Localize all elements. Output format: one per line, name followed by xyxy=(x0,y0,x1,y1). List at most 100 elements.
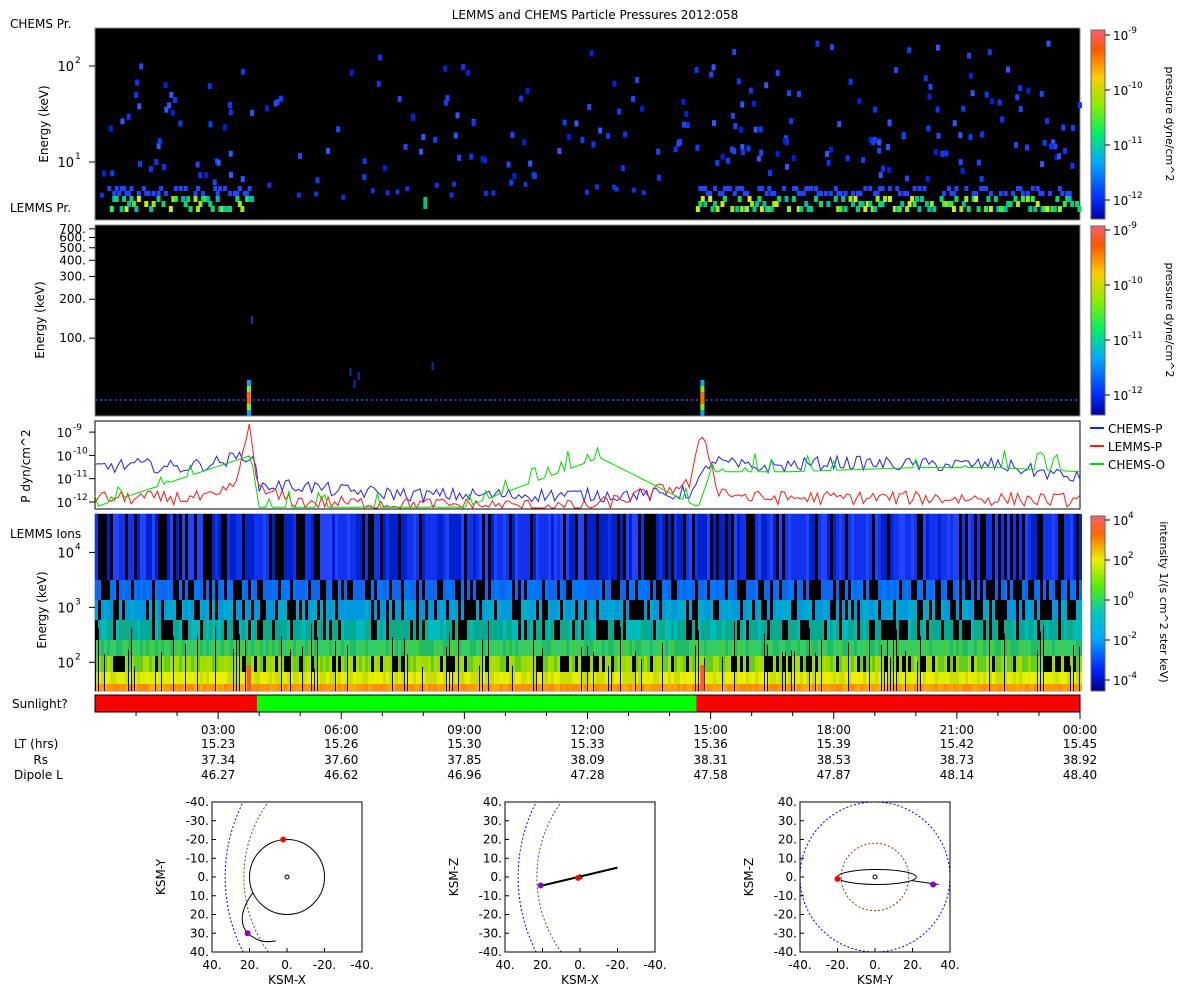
ion-intensity-cell xyxy=(1007,672,1010,684)
ion-intensity-cell xyxy=(485,640,488,656)
ion-intensity-cell xyxy=(836,600,839,620)
ion-intensity-cell xyxy=(860,600,863,620)
chems-pressure-cell xyxy=(591,141,596,148)
chems-pressure-cell xyxy=(1040,191,1045,196)
ion-intensity-cell xyxy=(188,640,191,656)
chems-pressure-cell xyxy=(979,175,984,182)
ion-intensity-cell xyxy=(380,620,383,640)
chems-pressure-cell xyxy=(157,138,162,145)
chems-pressure-cell xyxy=(759,186,764,191)
chems-pressure-cell xyxy=(614,186,619,192)
chems-pressure-cell xyxy=(895,186,900,191)
ion-intensity-cell xyxy=(671,600,674,620)
ion-intensity-cell xyxy=(428,684,431,691)
ion-intensity-cell xyxy=(389,656,392,672)
ion-intensity-cell xyxy=(440,514,443,580)
ion-intensity-cell xyxy=(998,514,1001,580)
ion-intensity-cell xyxy=(833,656,836,672)
ion-intensity-cell xyxy=(368,580,371,600)
chems-pressure-cell xyxy=(336,126,341,133)
panel-2-cell xyxy=(912,399,915,401)
ion-intensity-cell xyxy=(119,672,122,684)
ion-intensity-cell xyxy=(329,684,332,691)
ion-intensity-cell xyxy=(401,672,404,684)
panel-2-cell xyxy=(720,399,723,401)
legend-item-chems-p: CHEMS-P xyxy=(1090,422,1163,436)
colorbar-tick-label: 10 xyxy=(1113,224,1128,238)
ion-intensity-cell xyxy=(248,580,251,600)
ion-intensity-cell xyxy=(1049,656,1052,672)
ion-intensity-cell xyxy=(944,600,947,620)
ion-intensity-cell xyxy=(398,656,401,672)
ion-intensity-cell xyxy=(839,580,842,600)
ion-intensity-cell xyxy=(371,600,374,620)
orbit-x-tick-label: -20. xyxy=(826,958,849,972)
ion-intensity-cell xyxy=(701,620,704,640)
chems-pressure-cell xyxy=(1018,106,1023,113)
ion-intensity-cell xyxy=(158,600,161,620)
lemms-pressure-cell xyxy=(988,206,993,212)
panel-2-cell xyxy=(695,399,698,401)
chems-pressure-cell xyxy=(395,189,400,195)
ion-intensity-cell xyxy=(590,640,593,656)
ion-intensity-cell xyxy=(845,656,848,672)
ion-intensity-cell xyxy=(431,684,434,691)
ion-intensity-cell xyxy=(836,672,839,684)
ion-intensity-cell xyxy=(101,514,104,580)
ion-intensity-cell xyxy=(602,656,605,672)
ion-intensity-cell xyxy=(854,672,857,684)
ion-intensity-cell xyxy=(596,580,599,600)
chems-pressure-cell xyxy=(148,165,153,172)
ion-intensity-cell xyxy=(974,656,977,672)
chems-pressure-cell xyxy=(623,131,628,138)
ion-intensity-cell xyxy=(974,684,977,691)
ion-intensity-cell xyxy=(704,514,707,580)
ion-intensity-cell xyxy=(533,580,536,600)
panel-2-cell xyxy=(227,399,230,401)
ion-intensity-cell xyxy=(506,580,509,600)
ion-intensity-cell xyxy=(1049,600,1052,620)
ion-intensity-cell xyxy=(410,684,413,691)
panel-1-y-tick-label: 10 xyxy=(57,156,74,171)
ion-intensity-cell xyxy=(569,640,572,656)
ion-intensity-cell xyxy=(236,628,237,691)
ion-intensity-cell xyxy=(995,600,998,620)
panel-2-cell xyxy=(577,399,580,401)
chems-pressure-cell xyxy=(753,126,758,133)
ion-intensity-cell xyxy=(233,514,236,580)
ion-intensity-cell xyxy=(524,514,527,580)
ion-intensity-cell xyxy=(1040,600,1043,620)
panel-2-cell xyxy=(124,399,127,401)
chems-pressure-cell xyxy=(746,145,751,152)
ion-intensity-cell xyxy=(374,656,377,672)
ion-intensity-cell xyxy=(518,656,521,672)
ion-intensity-cell xyxy=(500,640,503,656)
ion-intensity-cell xyxy=(707,672,710,684)
ion-intensity-cell xyxy=(653,684,656,691)
ion-intensity-cell xyxy=(230,620,233,640)
panel-2-cell xyxy=(272,399,275,401)
ion-intensity-cell xyxy=(491,672,494,684)
ion-intensity-cell xyxy=(1022,656,1025,672)
ion-intensity-cell xyxy=(644,600,647,620)
lemms-pressure-cell xyxy=(227,206,232,212)
ion-intensity-cell xyxy=(668,672,671,684)
orbit-y-tick-label: 0. xyxy=(198,870,209,884)
ion-intensity-cell xyxy=(647,656,650,672)
ion-intensity-cell xyxy=(746,672,749,684)
orbit-plot-yz: -40. -20. 0. 20. 40.40.30.20.10.0.-10.-20.-3… xyxy=(742,795,960,987)
orbit-y-axis-label: KSM-Y xyxy=(154,858,168,895)
chems-pressure-cell xyxy=(715,160,720,167)
ion-intensity-cell xyxy=(794,514,797,580)
ion-intensity-cell xyxy=(227,620,230,640)
ion-intensity-cell xyxy=(620,626,621,691)
ion-intensity-cell xyxy=(242,672,245,684)
colorbar-tick-exp: -12 xyxy=(1128,191,1143,201)
ion-intensity-cell xyxy=(227,514,230,580)
ion-intensity-cell xyxy=(797,514,800,580)
ion-intensity-cell xyxy=(584,672,587,684)
ion-intensity-cell xyxy=(302,580,305,600)
ion-intensity-cell xyxy=(308,684,311,691)
ion-intensity-cell xyxy=(1031,514,1034,580)
ion-intensity-cell xyxy=(131,627,132,691)
